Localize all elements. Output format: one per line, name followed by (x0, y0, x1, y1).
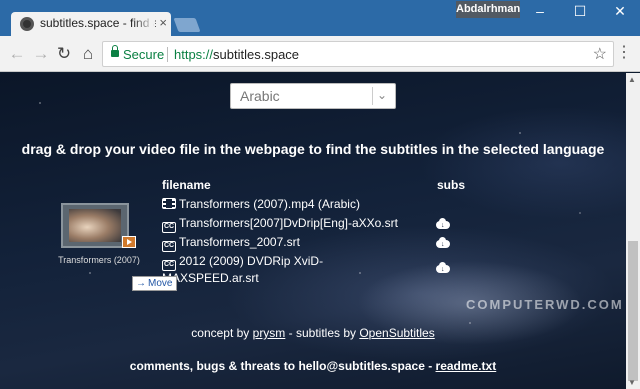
back-icon[interactable]: ← (7, 44, 27, 64)
maximize-button[interactable]: ☐ (560, 0, 600, 22)
drag-move-tooltip: → Move (132, 276, 177, 291)
url-text[interactable]: https://subtitles.space (174, 47, 299, 62)
cc-icon (162, 222, 176, 233)
new-tab-button[interactable] (173, 18, 201, 32)
menu-icon[interactable]: ⋮ (616, 44, 632, 62)
browser-toolbar: ← → ↻ ⌂ Secure https://subtitles.space ☆… (0, 36, 640, 72)
watermark: COMPUTERWD.COM (466, 297, 624, 312)
page-headline: drag & drop your video file in the webpa… (21, 141, 605, 157)
dragged-video-thumbnail[interactable] (61, 203, 129, 248)
scroll-down-icon[interactable]: ▼ (628, 378, 636, 387)
dragged-file-caption: Transformers (2007) (58, 255, 140, 265)
subtitle-name[interactable]: Transformers_2007.srt (179, 235, 300, 249)
home-icon[interactable]: ⌂ (78, 44, 98, 64)
scroll-up-icon[interactable]: ▲ (628, 75, 636, 84)
download-icon[interactable]: ↓ (436, 237, 450, 248)
address-bar[interactable]: Secure https://subtitles.space ☆ (102, 41, 614, 67)
chevron-down-icon[interactable]: ⌄ (377, 88, 387, 102)
video-file-row: Transformers (2007).mp4 (Arabic) (162, 197, 360, 211)
favicon-icon (20, 17, 34, 31)
secure-label: Secure (123, 47, 165, 62)
reload-icon[interactable]: ↻ (54, 44, 74, 64)
scroll-thumb[interactable] (628, 241, 638, 381)
profile-name[interactable]: Abdalrhman (456, 1, 520, 18)
contact-line: comments, bugs & threats to hello@subtit… (129, 359, 497, 373)
cc-icon (162, 260, 176, 271)
subs-column-header: subs (437, 178, 466, 192)
language-value: Arabic (240, 88, 280, 104)
close-window-button[interactable]: ✕ (600, 0, 640, 22)
language-select[interactable]: Arabic ⌄ (230, 83, 396, 109)
subtitle-row[interactable]: Transformers[2007]DvDrip[Eng]-aXXo.srt (162, 216, 398, 233)
subtitle-row[interactable]: 2012 (2009) DVDRip XviD-MAXSPEED.ar.srt (162, 254, 362, 285)
subtitle-row[interactable]: Transformers_2007.srt (162, 235, 300, 252)
move-arrow-icon: → (136, 278, 146, 289)
forward-icon[interactable]: → (31, 44, 51, 64)
credits-line: concept by prysm - subtitles by OpenSubt… (191, 326, 435, 340)
title-bar: subtitles.space - find and × Abdalrhman … (0, 0, 640, 36)
page-content: Arabic ⌄ drag & drop your video file in … (0, 73, 626, 389)
subtitle-name[interactable]: Transformers[2007]DvDrip[Eng]-aXXo.srt (179, 216, 398, 230)
film-icon (162, 198, 176, 209)
subtitle-name[interactable]: 2012 (2009) DVDRip XviD-MAXSPEED.ar.srt (162, 254, 323, 285)
lock-icon (111, 45, 119, 57)
author-link[interactable]: prysm (253, 326, 286, 340)
opensubtitles-link[interactable]: OpenSubtitles (359, 326, 434, 340)
tab-close-icon[interactable]: × (159, 15, 167, 31)
download-icon[interactable]: ↓ (436, 262, 450, 273)
page-scrollbar[interactable]: ▲ ▼ (626, 73, 640, 389)
star-icon[interactable]: ☆ (593, 44, 607, 64)
minimize-button[interactable]: – (520, 0, 560, 22)
download-icon[interactable]: ↓ (436, 218, 450, 229)
cc-icon (162, 241, 176, 252)
filename-column-header: filename (162, 178, 211, 192)
video-file-name: Transformers (2007).mp4 (Arabic) (179, 197, 360, 211)
readme-link[interactable]: readme.txt (436, 359, 497, 373)
video-file-icon (122, 236, 136, 248)
browser-tab[interactable]: subtitles.space - find and × (11, 12, 171, 36)
